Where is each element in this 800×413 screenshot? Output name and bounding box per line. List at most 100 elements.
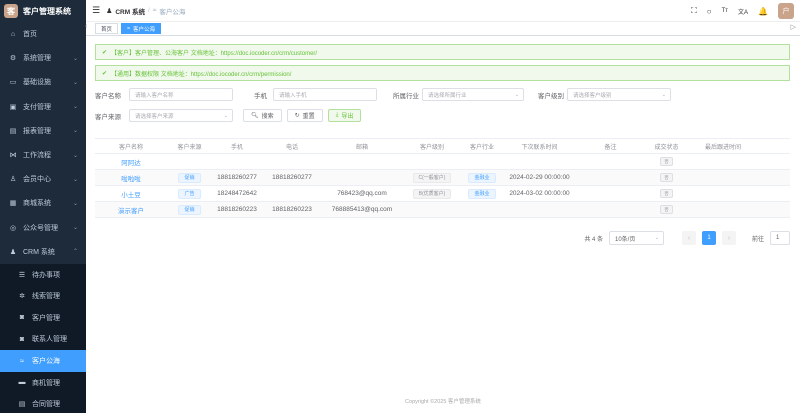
column-header: 客户级别 [419,144,444,151]
tags-scroll-right-icon[interactable]: ▷ [791,23,796,31]
pool-icon: ≈ [20,357,24,365]
tag-item[interactable]: 首页 [95,23,119,34]
sidebar-subitem[interactable]: ▤ 合同管理 [0,393,86,413]
table-cell-mobile: 18818260277 [217,174,257,181]
list-icon: ☰ [18,271,26,279]
refresh-icon: ↻ [294,113,300,119]
tag-item[interactable]: ≈ 客户公海 [121,23,162,34]
hamburger-icon[interactable]: ☰ [92,5,100,16]
reset-button-label: 重置 [302,114,315,120]
chevron-down-icon: ⌄ [72,152,78,159]
sidebar-menu: ⌂ 首页 ⚙ 系统管理 ⌄ ▭ 基础设施 ⌄ ▣ 支付管理 ⌄ ▤ 报表管理 ⌄ ⋈ 工作流程 ⌄ ♙ 会员中心 ⌄ ▦… [0,22,86,413]
monitor-icon: ▭ [9,79,17,87]
home-icon: ⌂ [10,30,16,38]
column-header: 下次联系时间 [521,144,558,151]
customer-name-link[interactable]: 小土豆 [121,192,141,199]
member-icon: ♙ [9,176,17,184]
tags-scroll-left-icon[interactable]: ‹ [85,23,87,30]
app-logo[interactable]: 客 客户管理系统 [0,0,86,22]
sidebar-subitem[interactable]: ✲ 线索管理 [0,285,86,308]
sidebar-item-label: 商城系统 [23,200,51,208]
sidebar-item[interactable]: ♙ 会员中心 ⌄ [0,167,86,191]
doc-alert-text[interactable]: 【通用】数据权限 文档地址：https://doc.iocoder.cn/crm… [111,69,291,78]
sidebar-item[interactable]: ⚙ 系统管理 ⌄ [0,46,86,70]
sidebar-item-label: 首页 [23,31,37,39]
table-row: 阿阿达 否 [95,154,790,170]
sidebar-item[interactable]: ⌂ 首页 [0,22,86,46]
sidebar: 客 客户管理系统 ⌂ 首页 ⚙ 系统管理 ⌄ ▭ 基础设施 ⌄ ▣ 支付管理 ⌄ ▤ 报表管理 ⌄ ⋈ 工作流… [0,0,86,413]
placeholder: 请选择客户级别 [573,92,612,99]
chevron-down-icon: ⌄ [72,55,78,62]
breadcrumb: ♟ CRM 系统 / ≈ 客户公海 [106,6,185,16]
level-select[interactable]: 请选择客户级别 ⌄ [567,88,671,101]
pool-icon: ≈ [127,25,131,32]
table-cell-status: 否 [644,205,689,214]
sidebar-item[interactable]: ▤ 报表管理 ⌄ [0,119,86,143]
column-header: 电话 [285,144,298,151]
goto-page-input[interactable]: 1 [770,231,790,245]
export-button[interactable]: ⤓ 导出 [327,109,362,122]
table-cell-industry: 金融业 [462,188,502,199]
page-size-select[interactable]: 10条/页 ⌄ [608,231,664,245]
table-cell-status: 否 [644,173,689,182]
sidebar-item[interactable]: ◎ 公众号管理 ⌄ [0,216,86,240]
customer-name-link[interactable]: 阿阿达 [121,160,141,167]
customer-name-link[interactable]: 演示客户 [118,208,144,215]
sidebar-item[interactable]: ▭ 基础设施 ⌄ [0,70,86,94]
bell-icon[interactable]: 🔔 [758,7,768,16]
chevron-down-icon: ⌄ [661,91,666,98]
table-cell-mobile: 18248472642 [217,190,257,197]
table-cell-source: 促销 [167,172,212,183]
sidebar-subitem[interactable]: ◙ 联系人管理 [0,328,86,351]
column-header: 客户行业 [469,144,494,151]
doc-alert-customer: ✔ 【客户】客户管理、公海客户 文档地址：https://doc.iocoder… [95,44,790,60]
footer-copyright: Copyright ©2025 客户管理系统 [405,399,481,405]
user-avatar[interactable]: 户 [778,3,794,19]
pool-icon: ≈ [152,7,157,14]
tag-label: 客户公海 [133,26,156,33]
sidebar-subitem[interactable]: ☰ 待办事项 [0,263,86,286]
table-cell-level: C(一般客户) [402,172,462,183]
chart-icon: ▤ [9,127,17,135]
navbar: ☰ ♟ CRM 系统 / ≈ 客户公海 ⛶ ○ Tт 文A 🔔 户 [86,0,800,22]
page-number-current[interactable]: 1 [701,231,716,245]
sidebar-item[interactable]: ▣ 支付管理 ⌄ [0,95,86,119]
customer-name-input[interactable]: 请输入客户名称 [129,88,233,101]
fullscreen-icon[interactable]: ⛶ [691,6,697,16]
sidebar-item[interactable]: ♟ CRM 系统 ⌃ [0,240,86,264]
font-size-icon[interactable]: Tт [722,8,728,14]
sidebar-item[interactable]: ▦ 商城系统 ⌄ [0,191,86,215]
reset-button[interactable]: ↻ 重置 [286,109,323,122]
flow-icon: ⋈ [9,152,17,160]
breadcrumb-item-crm[interactable]: CRM 系统 [115,6,145,16]
sidebar-item[interactable]: ⋈ 工作流程 ⌄ [0,143,86,167]
source-select[interactable]: 请选择客户来源 ⌄ [129,109,233,122]
filter-label-name: 客户名称 [95,92,121,100]
column-header: 客户名称 [118,144,143,151]
deal-status-tag: 否 [660,205,673,214]
search-icon[interactable]: ○ [707,7,712,16]
chevron-down-icon: ⌄ [223,112,228,119]
table-cell-mobile: 18818260223 [217,206,257,213]
doc-alert-text[interactable]: 【客户】客户管理、公海客户 文档地址：https://doc.iocoder.c… [111,48,317,57]
translate-icon[interactable]: 文A [738,7,748,16]
prev-page-button[interactable]: ‹ [681,231,696,245]
next-page-button[interactable]: › [721,231,736,245]
wallet-icon: ▣ [9,103,17,111]
search-button[interactable]: 🔍︎ 搜索 [243,109,282,122]
sidebar-subitem-label: 线索管理 [32,293,60,301]
search-button-label: 搜索 [261,114,274,120]
industry-select[interactable]: 请选择所属行业 ⌄ [422,88,524,101]
mobile-input[interactable]: 请输入手机 [273,88,377,101]
check-circle-icon: ✔ [102,70,108,77]
search-form-row-2: 客户来源 请选择客户来源 ⌄ 🔍︎ 搜索 ↻ 重置 ⤓ 导出 [95,108,790,123]
chevron-down-icon: ⌄ [72,225,78,232]
sidebar-subitem[interactable]: ≈ 客户公海 [0,350,86,372]
customer-name-link[interactable]: 啦啦啦 [121,176,141,183]
deal-status-tag: 否 [660,157,673,166]
export-button-label: 导出 [341,114,354,120]
sidebar-subitem[interactable]: ▬ 商机管理 [0,371,86,394]
deal-status-tag: 否 [660,173,673,182]
sidebar-subitem[interactable]: ◙ 客户管理 [0,307,86,329]
contract-icon: ▤ [18,401,26,409]
